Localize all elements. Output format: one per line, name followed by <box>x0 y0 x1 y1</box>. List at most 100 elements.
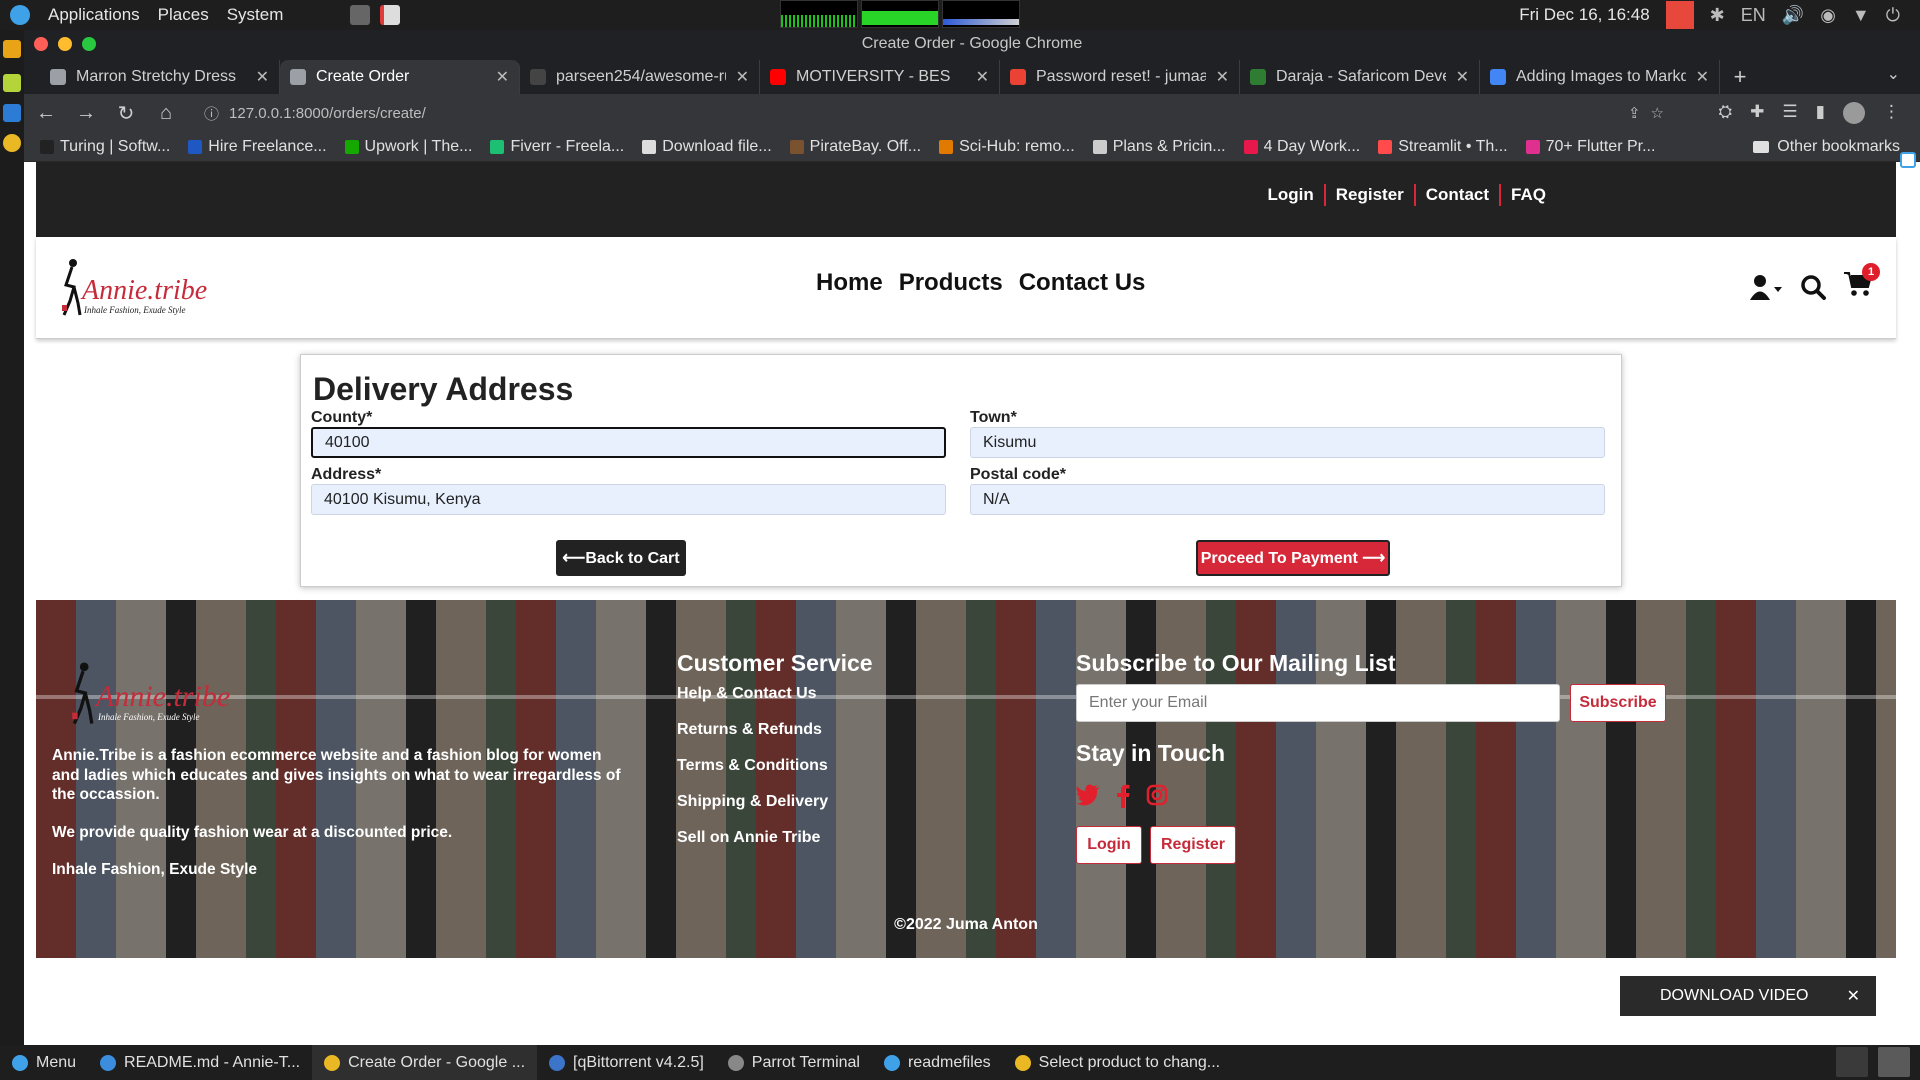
email-input[interactable]: Enter your Email <box>1076 684 1560 722</box>
sublime-dock-icon[interactable] <box>3 40 21 58</box>
proceed-to-payment-button[interactable]: Proceed To Payment ⟶ <box>1196 540 1390 576</box>
postal-code-input[interactable]: N/A <box>970 484 1605 515</box>
bookmark-item[interactable]: Fiverr - Freela... <box>490 138 624 156</box>
browser-tab[interactable]: Marron Stretchy Dress ✕ <box>40 60 280 94</box>
pycharm-dock-icon[interactable] <box>3 74 21 92</box>
tab-close-icon[interactable]: ✕ <box>1216 67 1229 87</box>
download-video-button[interactable]: DOWNLOAD VIDEO ✕ <box>1620 976 1876 1016</box>
maximize-window-icon[interactable] <box>82 37 96 51</box>
town-input[interactable]: Kisumu <box>970 427 1605 458</box>
close-window-icon[interactable] <box>34 37 48 51</box>
wifi-icon[interactable]: ▼ <box>1852 5 1870 26</box>
reading-list-icon[interactable]: ☰ <box>1782 102 1797 124</box>
sidebar-toggle-icon[interactable] <box>1900 152 1916 168</box>
tab-close-icon[interactable]: ✕ <box>496 67 509 87</box>
footer-link-help[interactable]: Help & Contact Us <box>677 685 817 703</box>
browser-tab[interactable]: Password reset! - jumaa ✕ <box>1000 60 1240 94</box>
bookmark-item[interactable]: Streamlit • Th... <box>1378 138 1508 156</box>
volume-icon[interactable]: 🔊 <box>1782 5 1804 26</box>
taskbar-item[interactable]: Select product to chang... <box>1003 1045 1232 1080</box>
anydesk-tray-icon[interactable] <box>1665 1 1694 29</box>
bookmark-item[interactable]: 70+ Flutter Pr... <box>1525 138 1655 156</box>
url-text[interactable]: 127.0.0.1:8000/orders/create/ <box>229 105 426 122</box>
terminal-launcher-icon[interactable] <box>350 5 370 25</box>
facebook-icon[interactable] <box>1116 784 1130 808</box>
extension-icon[interactable]: ⛭ <box>1719 102 1733 124</box>
taskbar-item-active[interactable]: Create Order - Google ... <box>312 1045 538 1080</box>
workspace-switcher-icon[interactable] <box>1836 1047 1868 1077</box>
tab-close-icon[interactable]: ✕ <box>736 67 749 87</box>
footer-login-button[interactable]: Login <box>1076 826 1142 864</box>
bookmark-star-icon[interactable]: ☆ <box>1651 104 1664 122</box>
home-icon[interactable]: ⌂ <box>154 102 178 125</box>
footer-link-returns[interactable]: Returns & Refunds <box>677 721 822 739</box>
bookmark-item[interactable]: Sci-Hub: remo... <box>939 138 1075 156</box>
browser-tab-active[interactable]: Create Order ✕ <box>280 60 520 94</box>
top-link-contact[interactable]: Contact <box>1416 184 1502 206</box>
back-to-cart-button[interactable]: ⟵Back to Cart <box>556 540 686 576</box>
taskbar-menu[interactable]: Menu <box>0 1045 88 1080</box>
bookmark-item[interactable]: PirateBay. Off... <box>789 138 921 156</box>
tab-close-icon[interactable]: ✕ <box>1456 67 1469 87</box>
profile-avatar-icon[interactable] <box>1843 102 1865 124</box>
subscribe-button[interactable]: Subscribe <box>1570 684 1666 722</box>
back-arrow-icon[interactable]: ← <box>34 102 58 125</box>
taskbar-item[interactable]: [qBittorrent v4.2.5] <box>537 1045 716 1080</box>
minimize-window-icon[interactable] <box>58 37 72 51</box>
tab-close-icon[interactable]: ✕ <box>976 67 989 87</box>
tab-close-icon[interactable]: ✕ <box>256 67 269 87</box>
address-bar[interactable]: ⓘ 127.0.0.1:8000/orders/create/ ⇪ ☆ <box>204 99 1664 127</box>
taskbar-item[interactable]: README.md - Annie-T... <box>88 1045 312 1080</box>
user-dropdown-icon[interactable] <box>1750 273 1782 301</box>
keyboard-layout[interactable]: EN <box>1741 5 1766 26</box>
chrome-dock-icon[interactable] <box>3 134 21 152</box>
instagram-icon[interactable] <box>1146 784 1168 806</box>
os-menu-places[interactable]: Places <box>158 5 209 25</box>
bookmark-item[interactable]: Plans & Pricin... <box>1092 138 1226 156</box>
taskbar-item[interactable]: Parrot Terminal <box>716 1045 872 1080</box>
top-link-faq[interactable]: FAQ <box>1501 184 1556 206</box>
parrot-logo-icon[interactable] <box>10 5 30 25</box>
site-logo[interactable]: Annie.tribe Inhale Fashion, Exude Style <box>54 257 207 321</box>
address-input[interactable]: 40100 Kisumu, Kenya <box>311 484 946 515</box>
os-menu-system[interactable]: System <box>227 5 284 25</box>
reload-icon[interactable]: ↻ <box>114 101 138 126</box>
extensions-puzzle-icon[interactable]: ✚ <box>1750 102 1764 124</box>
nav-home[interactable]: Home <box>816 269 883 297</box>
bookmark-item[interactable]: Upwork | The... <box>344 138 472 156</box>
taskbar-item[interactable]: readmefiles <box>872 1045 1003 1080</box>
share-icon[interactable]: ⇪ <box>1628 104 1641 122</box>
bluetooth-icon[interactable]: ✱ <box>1710 5 1725 26</box>
tab-close-icon[interactable]: ✕ <box>1696 67 1709 87</box>
footer-link-sell[interactable]: Sell on Annie Tribe <box>677 829 820 847</box>
bookmark-item[interactable]: 4 Day Work... <box>1243 138 1360 156</box>
bookmark-item[interactable]: Turing | Softw... <box>40 138 170 156</box>
qbittorrent-tray-icon[interactable]: ◉ <box>1820 5 1836 26</box>
power-icon[interactable]: ⏻ <box>1886 5 1900 26</box>
side-panel-icon[interactable]: ▮ <box>1816 102 1825 124</box>
text-editor-launcher-icon[interactable] <box>380 5 400 25</box>
footer-logo[interactable]: Annie.tribe Inhale Fashion, Exude Style <box>60 658 230 734</box>
nav-contact-us[interactable]: Contact Us <box>1019 269 1146 297</box>
browser-tab[interactable]: parseen254/awesome-ru ✕ <box>520 60 760 94</box>
search-icon[interactable] <box>1800 274 1826 300</box>
site-info-icon[interactable]: ⓘ <box>204 103 219 124</box>
footer-register-button[interactable]: Register <box>1150 826 1236 864</box>
browser-tab[interactable]: Adding Images to Markd ✕ <box>1480 60 1720 94</box>
top-link-login[interactable]: Login <box>1257 184 1326 206</box>
new-tab-icon[interactable]: + <box>1720 60 1760 94</box>
chrome-tray-icon[interactable] <box>1878 1047 1910 1077</box>
bookmark-item[interactable]: Download file... <box>642 138 772 156</box>
browser-tab[interactable]: MOTIVERSITY - BES ✕ <box>760 60 1000 94</box>
forward-arrow-icon[interactable]: → <box>74 102 98 125</box>
close-icon[interactable]: ✕ <box>1847 986 1860 1006</box>
vscode-dock-icon[interactable] <box>3 104 21 122</box>
tab-search-icon[interactable]: ⌄ <box>1887 64 1900 84</box>
county-input[interactable]: 40100 <box>311 427 946 458</box>
top-link-register[interactable]: Register <box>1326 184 1416 206</box>
footer-link-terms[interactable]: Terms & Conditions <box>677 757 828 775</box>
footer-link-shipping[interactable]: Shipping & Delivery <box>677 793 828 811</box>
cart-button[interactable]: 1 <box>1844 263 1880 302</box>
browser-tab[interactable]: Daraja - Safaricom Devel ✕ <box>1240 60 1480 94</box>
os-menu-applications[interactable]: Applications <box>48 5 140 25</box>
